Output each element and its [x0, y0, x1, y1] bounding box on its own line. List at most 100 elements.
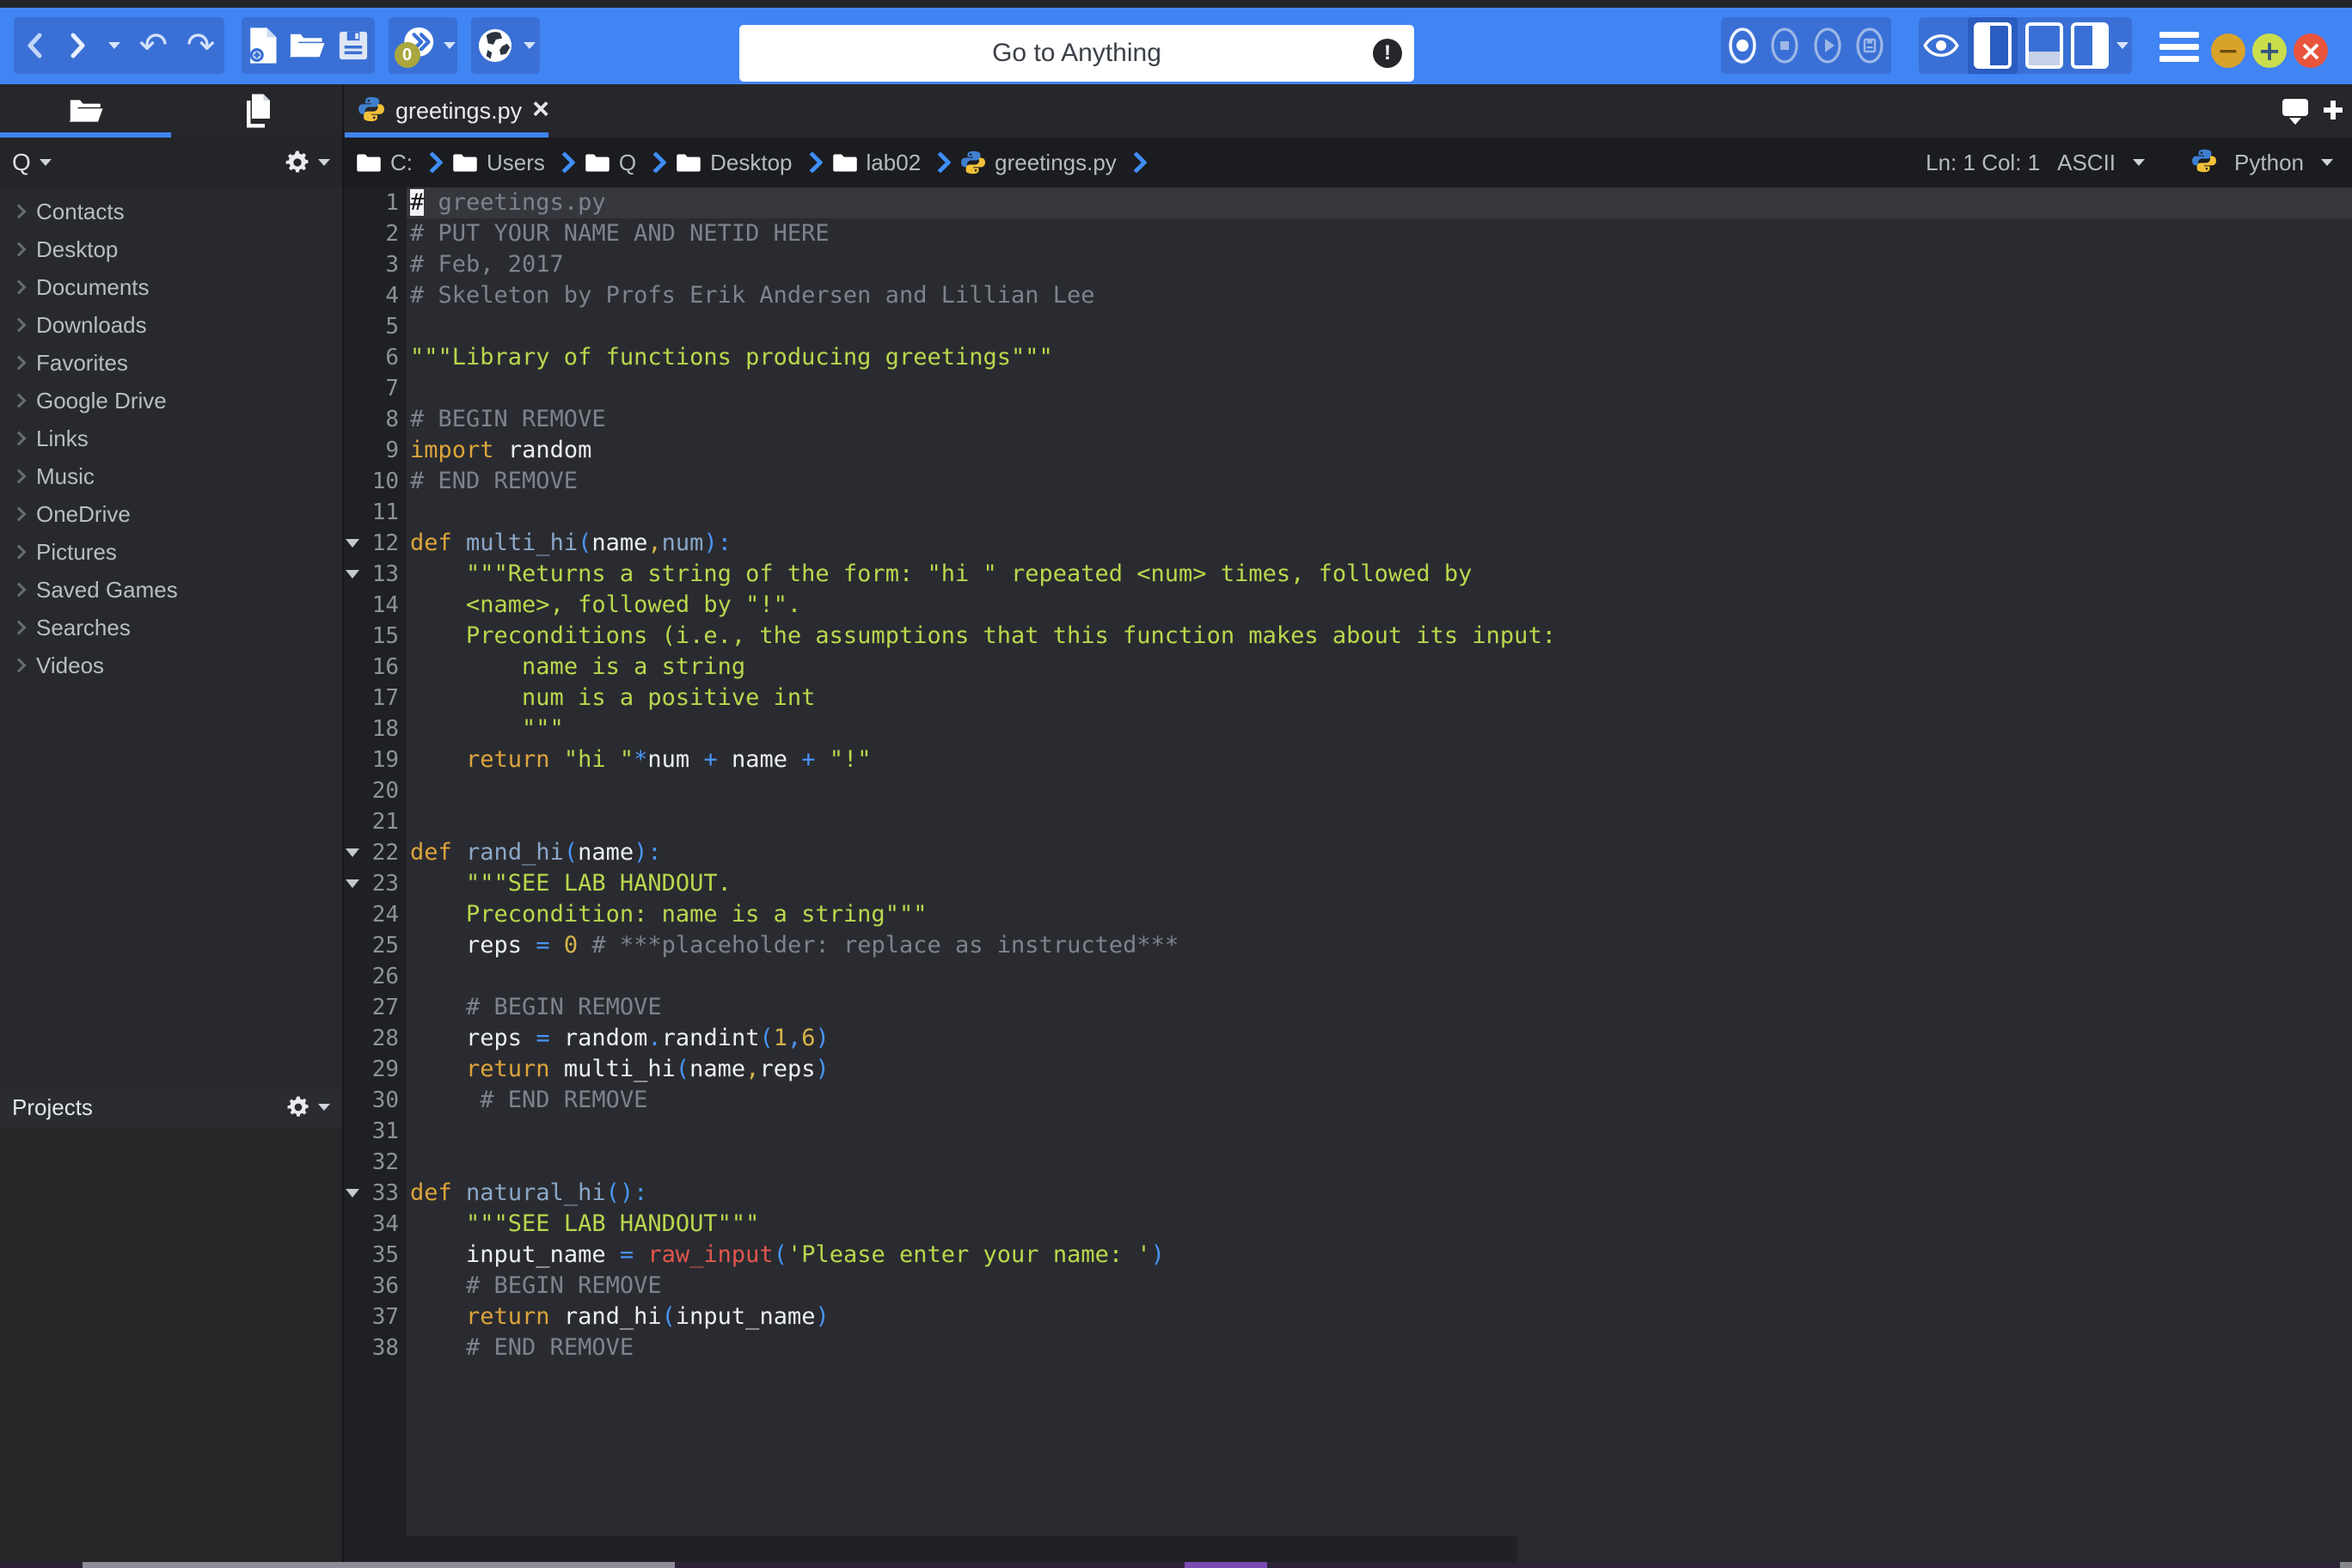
code-line-9[interactable]: 9import random	[344, 435, 2352, 466]
gutter-cell[interactable]: 17	[344, 683, 407, 714]
code-line-19[interactable]: 19 return "hi "*num + name + "!"	[344, 744, 2352, 775]
redo-button[interactable]: ↷	[187, 28, 216, 63]
code-text[interactable]	[407, 1116, 2352, 1147]
code-text[interactable]: reps = random.randint(1,6)	[407, 1023, 2352, 1054]
code-text[interactable]: # Skeleton by Profs Erik Andersen and Li…	[407, 280, 2352, 311]
gutter-cell[interactable]: 9	[344, 435, 407, 466]
sidebar-item-onedrive[interactable]: OneDrive	[0, 495, 342, 533]
code-text[interactable]: return multi_hi(name,reps)	[407, 1054, 2352, 1085]
gutter-cell[interactable]: 26	[344, 961, 407, 992]
chevron-right-icon[interactable]	[12, 356, 27, 371]
gutter-cell[interactable]: 16	[344, 652, 407, 683]
gutter-cell[interactable]: 23	[344, 868, 407, 899]
breadcrumb-item-q[interactable]: Q	[585, 150, 636, 176]
code-text[interactable]	[407, 1147, 2352, 1178]
browser-preview-button[interactable]	[476, 27, 514, 64]
gutter-cell[interactable]: 4	[344, 280, 407, 311]
toggle-bottom-pane-button[interactable]	[2025, 22, 2063, 69]
code-line-5[interactable]: 5	[344, 311, 2352, 342]
breadcrumb-item-users[interactable]: Users	[452, 150, 545, 176]
macro-play-button[interactable]	[1812, 26, 1843, 65]
gutter-cell[interactable]: 35	[344, 1240, 407, 1271]
code-text[interactable]: name is a string	[407, 652, 2352, 683]
projects-header[interactable]: Projects	[0, 1087, 342, 1128]
code-text[interactable]	[407, 373, 2352, 404]
tab-list-button[interactable]	[2276, 93, 2314, 131]
code-text[interactable]: import random	[407, 435, 2352, 466]
breadcrumb-item-desktop[interactable]: Desktop	[676, 150, 792, 176]
code-line-1[interactable]: 1# greetings.py	[344, 187, 2352, 218]
code-line-18[interactable]: 18 """	[344, 714, 2352, 744]
chevron-right-icon[interactable]	[12, 621, 27, 635]
gutter-cell[interactable]: 8	[344, 404, 407, 435]
language-indicator[interactable]: Python	[2234, 150, 2304, 176]
sidebar-item-saved-games[interactable]: Saved Games	[0, 571, 342, 609]
code-line-14[interactable]: 14 <name>, followed by "!".	[344, 590, 2352, 621]
toggle-left-pane-button[interactable]	[1968, 17, 2018, 74]
chevron-right-icon[interactable]	[12, 318, 27, 333]
code-text[interactable]: Preconditions (i.e., the assumptions tha…	[407, 621, 2352, 652]
new-tab-button[interactable]	[2318, 95, 2349, 126]
code-line-22[interactable]: 22def rand_hi(name):	[344, 837, 2352, 868]
code-text[interactable]: # Feb, 2017	[407, 249, 2352, 280]
fold-collapse-icon[interactable]	[346, 570, 359, 579]
gutter-cell[interactable]: 18	[344, 714, 407, 744]
sidebar-item-desktop[interactable]: Desktop	[0, 230, 342, 268]
code-text[interactable]: # BEGIN REMOVE	[407, 404, 2352, 435]
projects-settings-caret[interactable]	[318, 1104, 330, 1111]
code-text[interactable]: num is a positive int	[407, 683, 2352, 714]
gutter-cell[interactable]: 31	[344, 1116, 407, 1147]
fold-collapse-icon[interactable]	[346, 1189, 359, 1197]
chevron-right-icon[interactable]	[12, 545, 27, 560]
code-text[interactable]: def multi_hi(name,num):	[407, 528, 2352, 559]
chevron-right-icon[interactable]	[12, 658, 27, 673]
code-text[interactable]: return "hi "*num + name + "!"	[407, 744, 2352, 775]
code-line-26[interactable]: 26	[344, 961, 2352, 992]
code-text[interactable]: return rand_hi(input_name)	[407, 1302, 2352, 1332]
code-line-28[interactable]: 28 reps = random.randint(1,6)	[344, 1023, 2352, 1054]
gutter-cell[interactable]: 24	[344, 899, 407, 930]
scrollbar-thumb[interactable]	[344, 1536, 1517, 1562]
tab-close-icon[interactable]: ×	[532, 95, 549, 124]
code-line-29[interactable]: 29 return multi_hi(name,reps)	[344, 1054, 2352, 1085]
gutter-cell[interactable]: 30	[344, 1085, 407, 1116]
forward-button[interactable]	[65, 30, 89, 61]
code-line-24[interactable]: 24 Precondition: name is a string"""	[344, 899, 2352, 930]
sidebar-item-google-drive[interactable]: Google Drive	[0, 382, 342, 420]
sidebar-item-downloads[interactable]: Downloads	[0, 306, 342, 344]
unified-menu-button[interactable]	[2153, 23, 2205, 70]
undo-button[interactable]: ↶	[139, 28, 168, 63]
chevron-right-icon[interactable]	[12, 507, 27, 522]
gutter-cell[interactable]: 22	[344, 837, 407, 868]
gutter-cell[interactable]: 32	[344, 1147, 407, 1178]
chevron-right-icon[interactable]	[12, 469, 27, 484]
code-text[interactable]	[407, 806, 2352, 837]
new-file-button[interactable]	[247, 27, 278, 64]
tab-greetings-py[interactable]: greetings.py ×	[344, 84, 548, 138]
code-text[interactable]	[407, 961, 2352, 992]
notification-exclamation-icon[interactable]: !	[1373, 39, 1402, 68]
gutter-cell[interactable]: 10	[344, 466, 407, 497]
code-line-10[interactable]: 10# END REMOVE	[344, 466, 2352, 497]
gutter-cell[interactable]: 27	[344, 992, 407, 1023]
gutter-cell[interactable]: 3	[344, 249, 407, 280]
breadcrumb-item-lab02[interactable]: lab02	[832, 150, 922, 176]
chevron-right-icon[interactable]	[12, 432, 27, 446]
code-line-15[interactable]: 15 Preconditions (i.e., the assumptions …	[344, 621, 2352, 652]
code-line-20[interactable]: 20	[344, 775, 2352, 806]
focus-mode-button[interactable]	[1922, 34, 1960, 58]
toggle-right-pane-button[interactable]	[2071, 22, 2109, 69]
gutter-cell[interactable]: 34	[344, 1209, 407, 1240]
close-window-button[interactable]: ×	[2294, 34, 2328, 68]
maximize-button[interactable]: +	[2252, 34, 2287, 68]
sidebar-item-documents[interactable]: Documents	[0, 268, 342, 306]
code-text[interactable]: <name>, followed by "!".	[407, 590, 2352, 621]
sidebar-item-pictures[interactable]: Pictures	[0, 533, 342, 571]
code-text[interactable]: def natural_hi():	[407, 1178, 2352, 1209]
code-text[interactable]: # PUT YOUR NAME AND NETID HERE	[407, 218, 2352, 249]
gutter-cell[interactable]: 19	[344, 744, 407, 775]
code-text[interactable]: # END REMOVE	[407, 466, 2352, 497]
code-line-16[interactable]: 16 name is a string	[344, 652, 2352, 683]
code-text[interactable]	[407, 775, 2352, 806]
gutter-cell[interactable]: 28	[344, 1023, 407, 1054]
